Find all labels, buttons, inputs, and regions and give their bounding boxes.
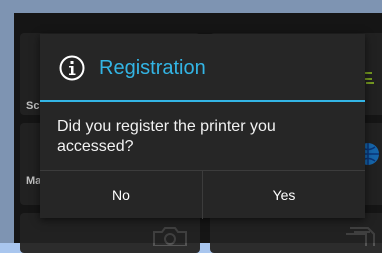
no-button[interactable]: No xyxy=(40,171,202,219)
title-divider xyxy=(40,100,365,102)
dialog-message: Did you register the printer you accesse… xyxy=(57,118,276,155)
dialog-header: Registration xyxy=(40,34,365,100)
yes-button[interactable]: Yes xyxy=(203,171,365,219)
info-icon xyxy=(59,55,85,81)
registration-dialog: Registration Did you register the printe… xyxy=(40,34,365,219)
dialog-button-bar: No Yes xyxy=(40,170,365,219)
dialog-title: Registration xyxy=(99,57,206,79)
